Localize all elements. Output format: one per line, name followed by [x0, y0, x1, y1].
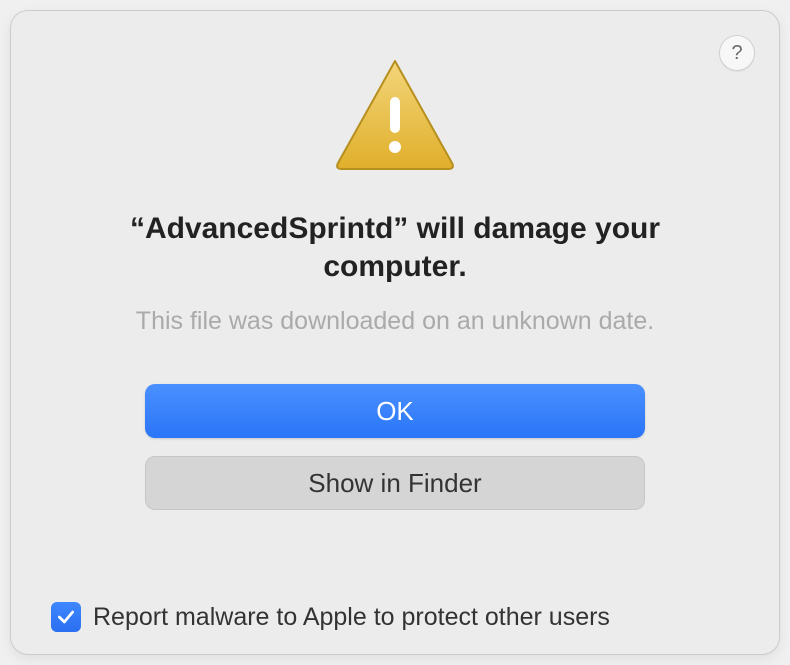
gatekeeper-dialog: ? “AdvancedSprintd” will damage your com… [10, 10, 780, 655]
show-in-finder-button[interactable]: Show in Finder [145, 456, 645, 510]
ok-button-label: OK [376, 396, 414, 427]
help-button[interactable]: ? [719, 35, 755, 71]
dialog-subtitle: This file was downloaded on an unknown d… [136, 307, 654, 336]
ok-button[interactable]: OK [145, 384, 645, 438]
show-in-finder-label: Show in Finder [308, 468, 481, 499]
button-stack: OK Show in Finder [145, 384, 645, 510]
warning-icon [330, 55, 460, 178]
help-icon: ? [731, 42, 742, 65]
report-malware-checkbox[interactable] [51, 602, 81, 632]
checkmark-icon [56, 607, 76, 627]
report-malware-label: Report malware to Apple to protect other… [93, 603, 610, 632]
report-malware-row: Report malware to Apple to protect other… [51, 602, 739, 632]
dialog-title: “AdvancedSprintd” will damage your compu… [115, 210, 675, 285]
